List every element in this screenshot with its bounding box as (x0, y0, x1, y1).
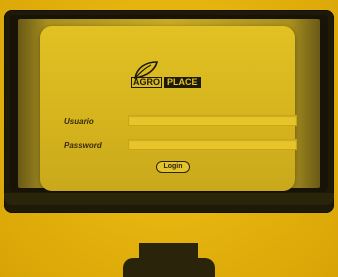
monitor-frame: AGRO PLACE Usuario Password Login (4, 10, 334, 213)
username-field[interactable] (128, 115, 297, 126)
agroplace-logo: AGRO PLACE (131, 60, 215, 90)
monitor-stand (139, 243, 198, 258)
login-panel: AGRO PLACE Usuario Password Login (40, 26, 297, 191)
logo-word-agro: AGRO (131, 77, 162, 88)
logo-wordmark: AGRO PLACE (131, 77, 201, 88)
monitor-bezel: AGRO PLACE Usuario Password Login (10, 15, 328, 192)
monitor-screen: AGRO PLACE Usuario Password Login (18, 19, 320, 191)
monitor-base (123, 258, 215, 277)
username-label: Usuario (64, 117, 94, 126)
password-label: Password (64, 141, 102, 150)
logo-word-place: PLACE (164, 77, 201, 88)
password-field[interactable] (128, 139, 297, 150)
login-button[interactable]: Login (156, 161, 190, 173)
monitor-chin (4, 193, 334, 205)
